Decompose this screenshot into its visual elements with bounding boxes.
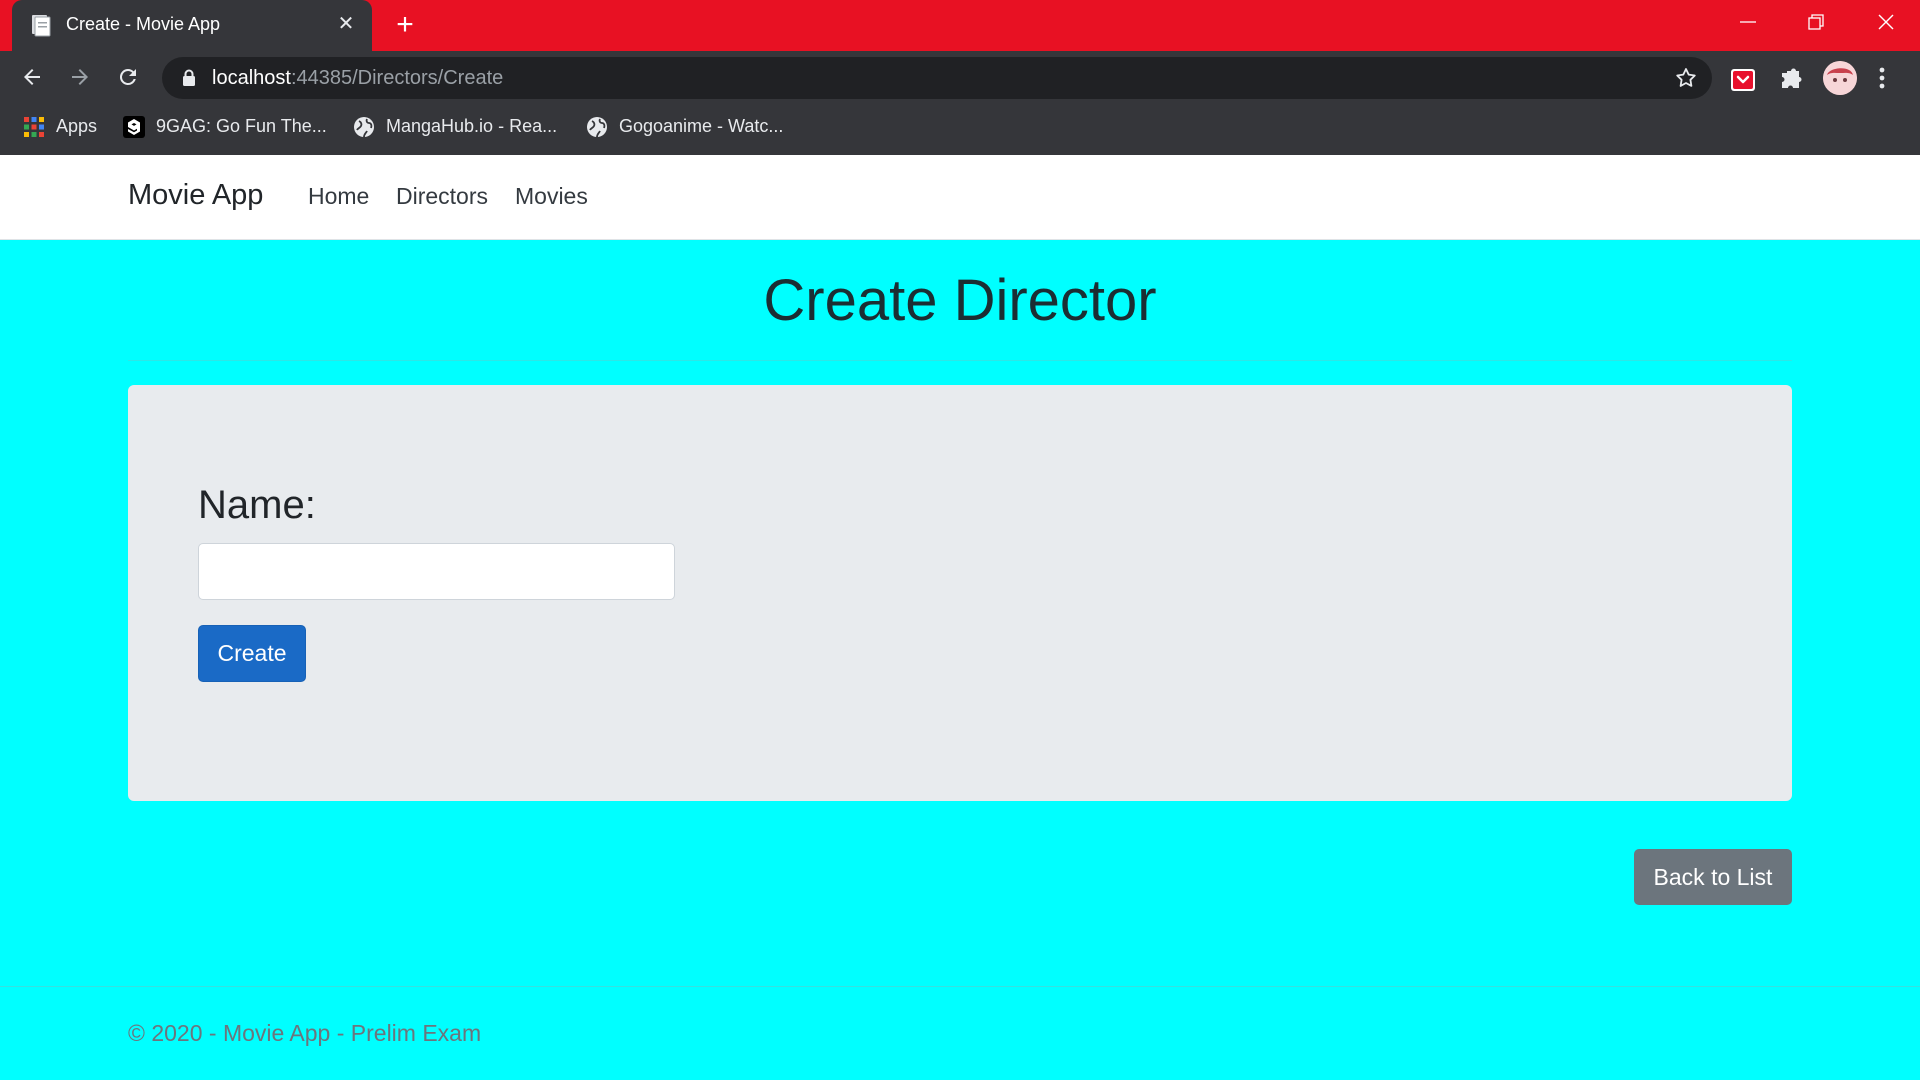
name-label: Name: xyxy=(198,483,316,527)
bookmark-label: Gogoanime - Watc... xyxy=(619,116,784,136)
nav-link-home[interactable]: Home xyxy=(308,183,369,210)
navbar-brand[interactable]: Movie App xyxy=(128,179,263,212)
lock-icon xyxy=(183,69,195,86)
new-tab-icon[interactable]: + xyxy=(390,10,420,40)
back-arrow-icon[interactable] xyxy=(16,61,48,93)
restore-window-icon[interactable] xyxy=(1782,0,1850,44)
page-favicon-icon xyxy=(32,15,51,37)
bookmark-label: 9GAG: Go Fun The... xyxy=(156,116,327,136)
site-navbar: Movie App Home Directors Movies xyxy=(0,155,1920,240)
browser-tab-strip: Create - Movie App ✕ + xyxy=(0,0,1920,51)
globe-icon xyxy=(587,117,607,138)
globe-icon xyxy=(354,117,374,138)
browser-toolbar: localhost:44385/Directors/Create Apps 9G… xyxy=(0,51,1920,155)
tab-close-icon[interactable]: ✕ xyxy=(334,12,358,36)
reload-icon[interactable] xyxy=(112,61,144,93)
nav-link-directors[interactable]: Directors xyxy=(396,183,488,210)
tab-title: Create - Movie App xyxy=(66,14,221,34)
bookmark-star-icon[interactable] xyxy=(1674,66,1698,90)
title-divider xyxy=(128,360,1792,361)
profile-avatar[interactable] xyxy=(1823,61,1857,95)
create-form-panel: Name: Create xyxy=(128,385,1792,801)
name-input[interactable] xyxy=(198,543,675,600)
minimize-window-icon[interactable] xyxy=(1714,0,1782,44)
bookmark-label: MangaHub.io - Rea... xyxy=(386,116,558,136)
9gag-icon xyxy=(123,116,145,138)
browser-tab-active[interactable]: Create - Movie App ✕ xyxy=(12,0,372,51)
url-path: :44385/Directors/Create xyxy=(290,67,504,89)
nav-link-movies[interactable]: Movies xyxy=(515,183,588,210)
page-viewport: Movie App Home Directors Movies Create D… xyxy=(0,155,1920,1080)
browser-menu-icon[interactable] xyxy=(1876,64,1888,92)
forward-arrow-icon[interactable] xyxy=(64,61,96,93)
url-text[interactable]: localhost:44385/Directors/Create xyxy=(212,67,503,90)
url-host: localhost xyxy=(212,67,291,89)
close-window-icon[interactable] xyxy=(1852,0,1920,44)
create-button[interactable]: Create xyxy=(198,625,306,682)
pocket-extension-icon[interactable] xyxy=(1728,65,1758,95)
bookmarks-bar: Apps 9GAG: Go Fun The... MangaHub.io - R… xyxy=(0,107,1920,147)
address-bar[interactable]: localhost:44385/Directors/Create xyxy=(162,57,1712,99)
bookmark-label: Apps xyxy=(56,116,98,136)
extensions-puzzle-icon[interactable] xyxy=(1776,65,1806,95)
footer-divider xyxy=(0,986,1920,987)
footer-copyright: © 2020 - Movie App - Prelim Exam xyxy=(128,1020,482,1046)
back-to-list-button[interactable]: Back to List xyxy=(1634,849,1792,905)
apps-grid-icon xyxy=(24,117,44,137)
page-title: Create Director xyxy=(763,268,1157,333)
